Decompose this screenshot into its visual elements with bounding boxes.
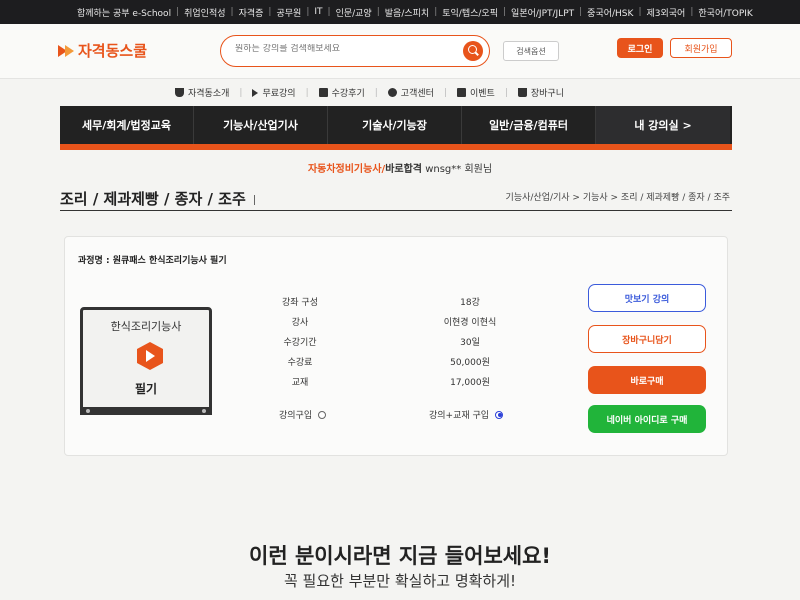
utility-nav: 자격동소개 | 무료강의 | 수강후기 | 고객센터 | 이벤트 | 장바구니 (0, 78, 800, 106)
utility-item-about[interactable]: 자격동소개 (175, 86, 229, 99)
member-greeting: 자동차정비기능사/바로합격 wnsg** 회원님 (0, 160, 800, 175)
option-lecture-book[interactable]: 강의+교재 구입 (429, 408, 504, 421)
search-icon[interactable] (463, 41, 483, 61)
calendar-icon (456, 88, 466, 97)
member-pass: 바로합격 (385, 164, 423, 175)
main-nav: 세무/회계/법정교육 기능사/산업기사 기술사/기능장 일반/금융/컴퓨터 내 … (60, 106, 732, 144)
page-title: 조리 / 제과제빵 / 종자 / 조주 (60, 188, 255, 209)
detail-row: 강사 이현경 이현식 (291, 318, 497, 328)
promo-subline: 꼭 필요한 부분만 확실하고 명확하게! (283, 572, 517, 590)
topbar-item-speech[interactable]: 발음/스피치 (380, 6, 434, 19)
lecture-book-radio[interactable] (495, 410, 504, 419)
topbar-item-it[interactable]: IT (309, 7, 327, 17)
topbar-item-third-lang[interactable]: 제3외국어 (641, 6, 690, 19)
course-name: 과정명 : 원큐패스 한식조리기능사 필기 (78, 256, 227, 266)
nav-general[interactable]: 일반/금융/컴퓨터 (462, 106, 596, 144)
logo-flag-icon (58, 44, 74, 58)
detail-row: 강좌 구성 18강 (282, 298, 480, 308)
preview-lecture-button[interactable]: 맛보기 강의 (588, 284, 706, 312)
member-course: 자동차정비기능사/ (307, 164, 386, 175)
thumbnail-title: 한식조리기능사 (110, 320, 182, 333)
topbar-item-job[interactable]: 취업인적성 (179, 6, 230, 19)
site-header: 자격동스쿨 검색옵션 로그인 회원가입 (0, 24, 800, 78)
nav-tax-accounting[interactable]: 세무/회계/법정교육 (60, 106, 194, 144)
breadcrumb: 기능사/산업/기사 > 기능사 > 조리 / 제과제빵 / 종자 / 조주 (505, 193, 730, 203)
detail-row: 수강기간 30일 (283, 338, 480, 348)
play-icon (137, 342, 163, 370)
join-button[interactable]: 회원가입 (670, 38, 732, 58)
course-details: 강좌 구성 18강 강사 이현경 이현식 수강기간 30일 수강료 50,000원 교재… (235, 295, 565, 395)
review-icon (318, 88, 328, 97)
nav-engineer[interactable]: 기술사/기능장 (328, 106, 462, 144)
monitor-base (80, 407, 212, 415)
topbar-item-civil[interactable]: 공무원 (271, 6, 306, 19)
title-divider (60, 210, 732, 211)
nav-craftsman[interactable]: 기능사/산업기사 (194, 106, 328, 144)
search-box (220, 35, 490, 67)
topbar-item-eschool[interactable]: 함께하는 공부 e-School (72, 6, 176, 19)
detail-row: 교재 17,000원 (291, 378, 490, 388)
utility-item-cart[interactable]: 장바구니 (517, 86, 564, 99)
top-category-bar: 함께하는 공부 e-School | 취업인적성 | 자격증 | 공무원 | IT | 인… (0, 0, 800, 24)
utility-item-reviews[interactable]: 수강후기 (318, 86, 365, 99)
add-to-cart-button[interactable]: 장바구니담기 (588, 325, 706, 353)
utility-item-event[interactable]: 이벤트 (456, 86, 495, 99)
logo-text: 자격동스쿨 (78, 42, 148, 60)
topbar-item-korean[interactable]: 한국어/TOPIK (693, 6, 757, 19)
product-card: 과정명 : 원큐패스 한식조리기능사 필기 한식조리기능사 필기 강좌 구성 18… (64, 236, 728, 456)
option-lecture-only[interactable]: 강의구입 (279, 408, 327, 421)
buy-now-button[interactable]: 바로구매 (588, 366, 706, 394)
utility-item-free[interactable]: 무료강의 (252, 86, 296, 99)
cart-icon (517, 88, 527, 97)
nav-accent-bar (60, 144, 732, 150)
utility-item-support[interactable]: 고객센터 (387, 86, 434, 99)
promo-headline: 이런 분이시라면 지금 들어보세요! (249, 544, 551, 568)
topbar-item-chinese[interactable]: 중국어/HSK (582, 6, 638, 19)
course-thumbnail: 한식조리기능사 필기 (80, 307, 212, 415)
naver-purchase-button[interactable]: 네이버 아이디로 구매 (588, 405, 706, 433)
lecture-only-radio[interactable] (318, 410, 327, 419)
topbar-item-japanese[interactable]: 일본어/JPT/JLPT (506, 6, 579, 19)
detail-row: 수강료 50,000원 (287, 358, 490, 368)
login-button[interactable]: 로그인 (617, 38, 663, 58)
member-name: wnsg** 회원님 (422, 164, 493, 175)
topbar-item-toeic[interactable]: 토익/텝스/오픽 (437, 6, 503, 19)
thumbnail-subtitle: 필기 (134, 382, 158, 396)
search-options-button[interactable]: 검색옵션 (503, 41, 559, 61)
topbar-item-humanities[interactable]: 인문/교양 (331, 6, 377, 19)
site-logo[interactable]: 자격동스쿨 (58, 40, 147, 61)
trophy-icon (175, 88, 184, 97)
nav-my-classroom[interactable]: 내 강의실 > (596, 106, 730, 144)
help-icon (387, 88, 397, 97)
search-input[interactable] (235, 44, 455, 54)
topbar-item-cert[interactable]: 자격증 (234, 6, 269, 19)
play-icon (252, 88, 259, 97)
